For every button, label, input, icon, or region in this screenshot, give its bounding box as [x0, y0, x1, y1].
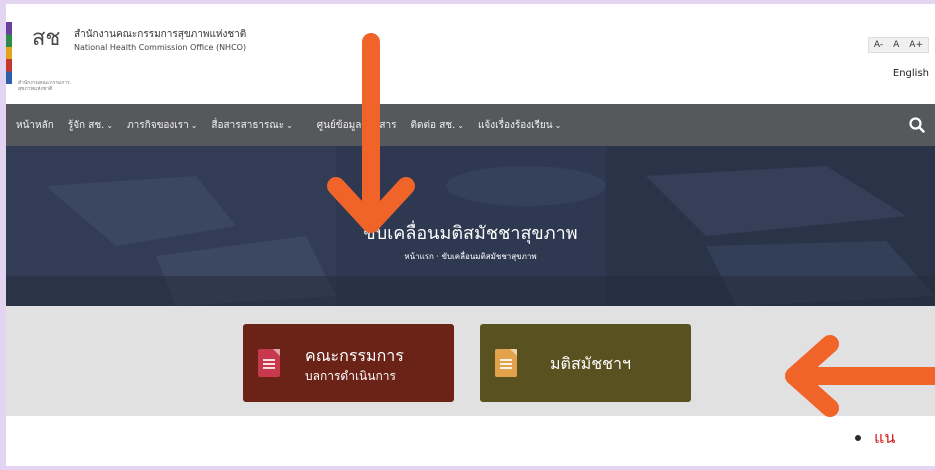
page: สช สำนักงานคณะกรรมการสุขภาพแห่งชาติ สำนั…	[6, 4, 935, 466]
annotation-arrows	[327, 33, 935, 417]
down-arrow-icon	[327, 33, 415, 233]
left-arrow-icon	[785, 335, 935, 417]
